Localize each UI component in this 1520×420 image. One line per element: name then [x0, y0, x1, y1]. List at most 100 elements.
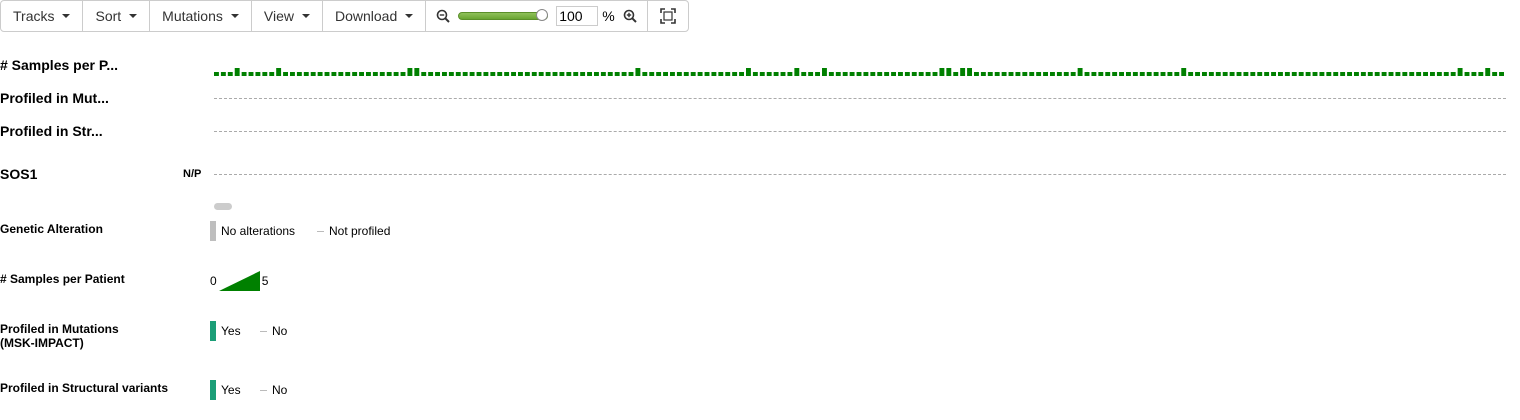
sample-count-bar[interactable]	[1181, 68, 1187, 76]
sample-count-bar[interactable]	[870, 72, 876, 76]
sample-count-bar[interactable]	[732, 72, 738, 76]
sample-count-bar[interactable]	[1056, 72, 1062, 76]
sample-count-bar[interactable]	[1388, 72, 1394, 76]
sample-count-bar[interactable]	[580, 72, 586, 76]
sample-count-bar[interactable]	[386, 72, 392, 76]
sample-count-bar[interactable]	[1471, 72, 1477, 76]
sample-count-bar[interactable]	[1423, 72, 1428, 76]
sample-count-bar[interactable]	[504, 72, 510, 76]
sample-count-bar[interactable]	[1077, 68, 1083, 76]
sample-count-bar[interactable]	[739, 72, 744, 76]
sample-count-bar[interactable]	[1229, 72, 1235, 76]
sample-count-bar[interactable]	[690, 72, 696, 76]
sample-count-bar[interactable]	[1457, 68, 1463, 76]
sample-count-bar[interactable]	[1208, 72, 1214, 76]
sample-count-bar[interactable]	[587, 72, 592, 76]
sample-count-bar[interactable]	[1464, 72, 1470, 76]
sample-count-bar[interactable]	[220, 72, 226, 76]
sample-count-bar[interactable]	[248, 72, 254, 76]
sample-count-bar[interactable]	[1188, 72, 1194, 76]
sample-count-bar[interactable]	[1284, 72, 1290, 76]
sample-count-bar[interactable]	[310, 72, 316, 76]
sample-count-bar[interactable]	[359, 72, 364, 76]
download-button[interactable]: Download	[323, 1, 427, 31]
sample-count-bar[interactable]	[600, 72, 606, 76]
sample-count-bar[interactable]	[676, 72, 682, 76]
sample-count-bar[interactable]	[1354, 72, 1359, 76]
sample-count-bar[interactable]	[303, 72, 309, 76]
sample-count-bar[interactable]	[842, 72, 848, 76]
sample-count-bar[interactable]	[801, 72, 807, 76]
sample-count-bar[interactable]	[1312, 72, 1318, 76]
sample-count-bar[interactable]	[552, 72, 558, 76]
sample-count-bar[interactable]	[635, 68, 641, 76]
sample-count-bar[interactable]	[1450, 72, 1456, 76]
sample-count-bar[interactable]	[455, 72, 461, 76]
sample-count-bar[interactable]	[1112, 72, 1118, 76]
sample-count-bar[interactable]	[904, 72, 910, 76]
sample-count-bar[interactable]	[428, 72, 434, 76]
profiled-mutations-track[interactable]	[214, 98, 1506, 99]
sample-count-bar[interactable]	[518, 72, 523, 76]
sample-count-bar[interactable]	[1036, 72, 1042, 76]
sample-count-bar[interactable]	[1029, 72, 1035, 76]
fit-to-screen-button[interactable]	[648, 1, 688, 31]
sample-count-bar[interactable]	[891, 72, 896, 76]
sample-count-bar[interactable]	[980, 72, 986, 76]
sample-count-bar[interactable]	[656, 72, 662, 76]
sample-count-bar[interactable]	[1436, 72, 1442, 76]
sample-count-bar[interactable]	[1236, 72, 1242, 76]
sample-count-bar[interactable]	[1160, 72, 1166, 76]
sample-count-bar[interactable]	[524, 72, 530, 76]
sample-count-bar[interactable]	[787, 72, 793, 76]
sample-count-bar[interactable]	[1291, 72, 1297, 76]
zoom-in-icon[interactable]	[623, 9, 637, 23]
sample-count-bar[interactable]	[594, 72, 599, 76]
sample-count-bar[interactable]	[338, 72, 344, 76]
sample-count-bar[interactable]	[1443, 72, 1449, 76]
sample-count-bar[interactable]	[234, 68, 240, 76]
sample-count-bar[interactable]	[1126, 72, 1131, 76]
sample-count-bar[interactable]	[366, 72, 371, 76]
sample-count-bar[interactable]	[400, 72, 406, 76]
sample-count-bar[interactable]	[953, 72, 959, 76]
zoom-out-icon[interactable]	[436, 9, 450, 23]
sample-count-bar[interactable]	[442, 72, 447, 76]
sample-count-bar[interactable]	[566, 72, 572, 76]
sample-count-bar[interactable]	[545, 72, 551, 76]
track-label-profiled-mutations[interactable]: Profiled in Mut...	[0, 90, 109, 106]
sample-count-bar[interactable]	[283, 72, 288, 76]
sample-count-bar[interactable]	[1340, 72, 1346, 76]
sample-count-bar[interactable]	[407, 68, 413, 76]
samples-per-patient-track[interactable]	[212, 58, 1512, 78]
sample-count-bar[interactable]	[1381, 72, 1387, 76]
sample-count-bar[interactable]	[649, 72, 655, 76]
sample-count-bar[interactable]	[1050, 72, 1055, 76]
sample-count-bar[interactable]	[877, 72, 883, 76]
view-button[interactable]: View	[252, 1, 323, 31]
sample-count-bar[interactable]	[1305, 72, 1311, 76]
sample-count-bar[interactable]	[1374, 72, 1380, 76]
sample-count-bar[interactable]	[255, 72, 261, 76]
sample-count-bar[interactable]	[1146, 72, 1152, 76]
sample-count-bar[interactable]	[994, 72, 1000, 76]
profiled-structural-track[interactable]	[214, 131, 1506, 132]
sample-count-bar[interactable]	[704, 72, 710, 76]
sample-count-bar[interactable]	[421, 72, 427, 76]
sample-count-bar[interactable]	[296, 72, 302, 76]
sample-count-bar[interactable]	[511, 72, 516, 76]
sample-count-bar[interactable]	[1167, 72, 1173, 76]
sample-count-bar[interactable]	[642, 72, 648, 76]
sample-count-bar[interactable]	[462, 72, 468, 76]
sample-count-bar[interactable]	[1360, 72, 1366, 76]
sample-count-bar[interactable]	[1022, 72, 1028, 76]
sample-count-bar[interactable]	[1132, 72, 1138, 76]
sample-count-bar[interactable]	[1008, 72, 1014, 76]
sample-count-bar[interactable]	[559, 72, 565, 76]
sample-count-bar[interactable]	[697, 72, 703, 76]
sample-count-bar[interactable]	[1084, 72, 1090, 76]
sample-count-bar[interactable]	[718, 72, 724, 76]
sample-count-bar[interactable]	[1243, 72, 1249, 76]
sample-count-bar[interactable]	[1326, 72, 1332, 76]
sample-count-bar[interactable]	[898, 72, 903, 76]
